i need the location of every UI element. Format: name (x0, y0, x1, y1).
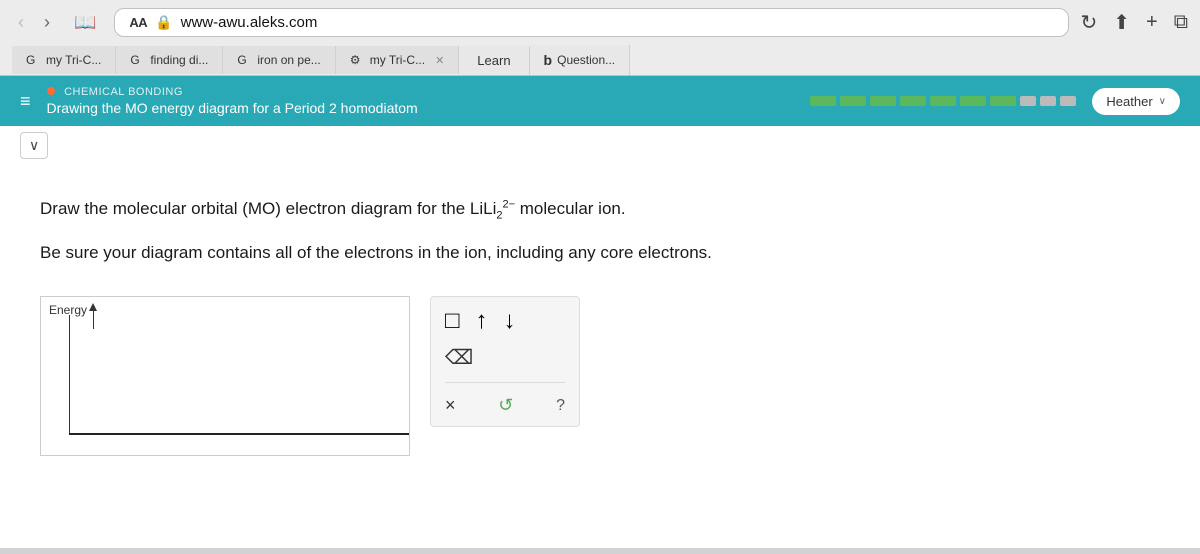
user-menu-button[interactable]: Heather ∨ (1092, 88, 1180, 115)
main-content: ≡ CHEMICAL BONDING Drawing the MO energy… (0, 76, 1200, 548)
tab-learn[interactable]: Learn (459, 46, 529, 75)
tab-label-1: my Tri-C... (46, 53, 101, 67)
energy-arrow-icon (89, 305, 97, 329)
question-area: Draw the molecular orbital (MO) electron… (0, 165, 1200, 548)
tool-panel: □ ↑ ↓ ⌫ × ↺ ? (430, 296, 580, 427)
ion-charge: 2− (502, 198, 515, 210)
prog-8 (1020, 96, 1036, 106)
tab-question[interactable]: b Question... (530, 45, 631, 75)
y-axis-line (69, 315, 70, 435)
diagram-row: Energy □ ↑ ↓ ⌫ (40, 296, 1160, 456)
prog-4 (900, 96, 926, 106)
ion-subscript: 2 (496, 209, 502, 221)
gear-favicon-4: ⚙ (350, 53, 364, 67)
tab-my-tric-2[interactable]: ⚙ my Tri-C... ✕ (336, 46, 460, 74)
tab-label-4: my Tri-C... (370, 53, 425, 67)
question-text-before: Draw the molecular orbital (MO) electron… (40, 199, 483, 218)
hamburger-icon[interactable]: ≡ (20, 91, 31, 112)
x-axis-line (69, 433, 409, 435)
tabs-icon[interactable]: ⧉ (1174, 11, 1188, 34)
tool-row-top: □ ↑ ↓ (445, 307, 565, 335)
undo-tool-icon[interactable]: ↺ (498, 395, 513, 416)
prog-2 (840, 96, 866, 106)
close-tool-icon[interactable]: × (445, 395, 456, 416)
book-icon[interactable]: 📖 (68, 10, 102, 35)
question-text-after: molecular ion. (515, 199, 626, 218)
prog-10 (1060, 96, 1076, 106)
tab-close-4[interactable]: ✕ (435, 54, 444, 67)
forward-button[interactable]: › (38, 10, 56, 35)
chevron-down-icon: ∨ (1159, 96, 1166, 107)
tab-iron-on-pe[interactable]: G iron on pe... (223, 46, 335, 74)
tab-learn-label: Learn (477, 53, 510, 68)
aleks-header: ≡ CHEMICAL BONDING Drawing the MO energy… (0, 76, 1200, 126)
tab-my-tric-1[interactable]: G my Tri-C... (12, 46, 116, 74)
google-favicon-1: G (26, 53, 40, 67)
arrow-up-tool-icon[interactable]: ↑ (476, 307, 488, 335)
eraser-tool-icon[interactable]: ⌫ (445, 345, 473, 370)
question-line2: Be sure your diagram contains all of the… (40, 239, 1160, 266)
google-favicon-3: G (237, 53, 251, 67)
question-line1: Draw the molecular orbital (MO) electron… (40, 195, 1160, 225)
browser-toolbar: ‹ › 📖 AA 🔒 www-awu.aleks.com ↻ ⬆ + ⧉ (12, 8, 1188, 37)
topic-dot (47, 87, 55, 95)
bold-b-icon: b (544, 52, 553, 68)
tab-label-2: finding di... (150, 53, 208, 67)
tool-row-bottom: × ↺ ? (445, 395, 565, 416)
progress-bar (810, 96, 1076, 106)
user-name: Heather (1106, 94, 1152, 109)
share-icon[interactable]: ⬆ (1113, 10, 1130, 35)
energy-label: Energy (49, 303, 97, 329)
back-button[interactable]: ‹ (12, 10, 30, 35)
arrow-down-tool-icon[interactable]: ↓ (504, 307, 516, 335)
sub-header: ∨ (0, 126, 1200, 165)
toolbar-actions: ↻ ⬆ + ⧉ (1081, 10, 1189, 35)
prog-1 (810, 96, 836, 106)
aa-label: AA (129, 15, 147, 30)
box-tool-icon[interactable]: □ (445, 307, 460, 335)
tab-question-label: Question... (557, 53, 615, 67)
energy-diagram[interactable]: Energy (40, 296, 410, 456)
header-topic: CHEMICAL BONDING Drawing the MO energy d… (47, 86, 795, 116)
ion-formula: Li22− (483, 199, 515, 218)
reload-icon[interactable]: ↻ (1081, 10, 1098, 35)
tab-finding-di[interactable]: G finding di... (116, 46, 223, 74)
address-bar[interactable]: AA 🔒 www-awu.aleks.com (114, 8, 1068, 37)
browser-chrome: ‹ › 📖 AA 🔒 www-awu.aleks.com ↻ ⬆ + ⧉ G m… (0, 0, 1200, 76)
tool-row-eraser: ⌫ (445, 345, 565, 370)
nav-buttons: ‹ › (12, 10, 56, 35)
topic-dropdown-button[interactable]: ∨ (20, 132, 48, 159)
prog-6 (960, 96, 986, 106)
tab-label-3: iron on pe... (257, 53, 320, 67)
google-favicon-2: G (130, 53, 144, 67)
header-title: Drawing the MO energy diagram for a Peri… (47, 100, 795, 116)
help-tool-icon[interactable]: ? (556, 397, 565, 415)
lock-icon: 🔒 (155, 14, 172, 31)
browser-tabs: G my Tri-C... G finding di... G iron on … (12, 45, 1188, 75)
prog-3 (870, 96, 896, 106)
topic-label: CHEMICAL BONDING (47, 86, 795, 98)
prog-9 (1040, 96, 1056, 106)
add-tab-icon[interactable]: + (1146, 11, 1158, 34)
prog-7 (990, 96, 1016, 106)
prog-5 (930, 96, 956, 106)
tool-divider (445, 382, 565, 383)
url-text: www-awu.aleks.com (181, 14, 318, 31)
